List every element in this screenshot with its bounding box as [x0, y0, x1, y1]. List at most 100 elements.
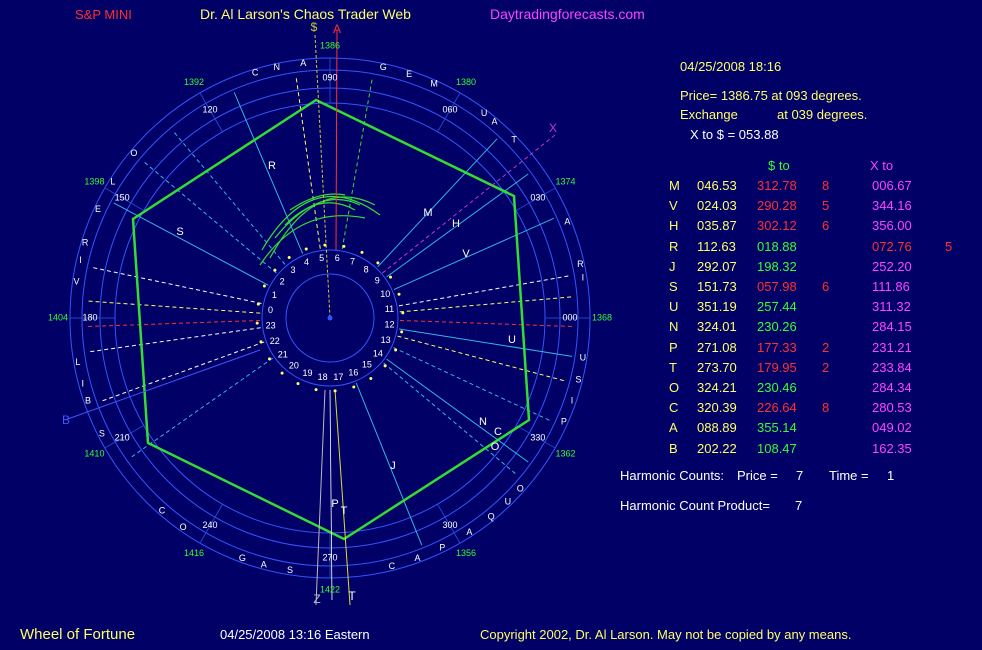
- harmonic-product-label: Harmonic Count Product=: [620, 498, 770, 513]
- hour-label: 3: [291, 265, 296, 275]
- table-cell-dto: 230.26: [757, 319, 797, 335]
- table-cell-sym: T: [669, 359, 677, 375]
- hour-label: 16: [348, 368, 358, 378]
- z-axis: [315, 389, 326, 606]
- price-label: 1374: [556, 176, 576, 186]
- info-datetime: 04/25/2008 18:16: [680, 59, 782, 74]
- hour-label: 6: [335, 253, 340, 263]
- planet-label: N: [479, 416, 487, 428]
- table-cell-dto: 302.12: [757, 218, 797, 234]
- degree-label: 060: [442, 105, 457, 115]
- col-dollar-header: $ to: [768, 158, 790, 173]
- footer-copyright: Copyright 2002, Dr. Al Larson. May not b…: [480, 627, 852, 642]
- planet-line: [355, 382, 423, 546]
- table-cell-deg: 351.19: [697, 299, 737, 315]
- hour-marker: [280, 371, 284, 375]
- harmonic-time-label: Time =: [829, 468, 869, 483]
- ring-letter: L: [110, 177, 115, 187]
- hour-marker: [314, 388, 318, 392]
- hour-label: 21: [278, 349, 288, 359]
- price-label: 1380: [456, 77, 476, 87]
- hour-label: 18: [318, 372, 328, 382]
- table-cell-h1: 2: [822, 359, 830, 375]
- planet-label: S: [176, 226, 183, 238]
- table-cell-sym: C: [669, 400, 679, 416]
- hour-marker: [383, 364, 387, 368]
- planet-label: C: [494, 426, 502, 438]
- planet-line: [383, 362, 519, 476]
- axis-label: $: [311, 20, 318, 34]
- axis-label: Z: [313, 592, 320, 606]
- ring-letter: U: [481, 108, 488, 118]
- ring-letter: E: [95, 204, 101, 214]
- harmonic-time-value: 1: [887, 468, 895, 483]
- axis-label: T: [348, 589, 356, 603]
- table-cell-xto: 072.76: [872, 238, 912, 254]
- hour-marker: [259, 340, 263, 344]
- table-cell-xto: 280.53: [872, 400, 912, 416]
- planet-label: U: [508, 334, 516, 346]
- degree-label: 330: [530, 432, 545, 442]
- table-cell-deg: 324.01: [697, 319, 737, 335]
- planet-label: O: [491, 441, 500, 453]
- hour-marker: [376, 261, 380, 265]
- table-cell-h1: 2: [822, 339, 830, 355]
- footer-name: Wheel of Fortune: [20, 626, 136, 643]
- planet-line: [398, 274, 572, 307]
- table-cell-h1: 6: [822, 218, 830, 234]
- ring-letter: S: [575, 374, 581, 384]
- hour-marker: [394, 348, 398, 352]
- table-cell-deg: 271.08: [697, 339, 737, 355]
- degree-label: 000: [562, 312, 577, 322]
- ring-letter: C: [252, 68, 259, 78]
- planet-line: [172, 129, 286, 265]
- table-cell-sym: H: [669, 218, 679, 234]
- table-cell-h2: 5: [945, 238, 953, 254]
- hour-label: 20: [289, 360, 299, 370]
- hour-label: 23: [266, 321, 276, 331]
- table-cell-sym: U: [669, 299, 679, 315]
- hour-label: 11: [385, 304, 394, 314]
- degree-label: 210: [115, 432, 130, 442]
- planet-label: P: [331, 498, 338, 510]
- site-link[interactable]: Daytradingforecasts.com: [490, 7, 645, 21]
- table-cell-deg: 046.53: [697, 178, 737, 193]
- table-cell-dto: 177.33: [757, 339, 797, 355]
- table-cell-h1: 8: [822, 400, 830, 416]
- hour-marker: [352, 385, 356, 389]
- hour-label: 19: [303, 368, 313, 378]
- table-cell-xto: 111.86: [872, 279, 910, 294]
- table-cell-sym: J: [669, 258, 676, 274]
- ring-letter: P: [439, 542, 445, 552]
- planet-line: [399, 296, 575, 313]
- hour-marker: [256, 302, 260, 306]
- price-label: 1392: [184, 77, 204, 87]
- table-cell-dto: 230.46: [757, 380, 797, 395]
- table-cell-h1: 6: [822, 279, 830, 294]
- table-cell-dto: 108.47: [757, 440, 797, 456]
- table-cell-deg: 151.73: [697, 279, 737, 294]
- hour-label: 10: [380, 289, 390, 299]
- a-axis: [335, 29, 338, 251]
- info-x-to-dollar: X to $ = 053.88: [690, 127, 779, 142]
- ring-letter: A: [564, 216, 570, 226]
- price-label: 1368: [592, 312, 612, 322]
- table-cell-sym: B: [669, 440, 678, 456]
- ring-letter: T: [511, 135, 517, 145]
- hour-marker: [333, 389, 337, 393]
- ring-letter: P: [561, 416, 567, 426]
- hour-label: 1: [272, 290, 277, 300]
- table-cell-dto: 355.14: [757, 420, 797, 436]
- table-cell-xto: 006.67: [872, 178, 912, 193]
- table-cell-sym: P: [669, 339, 678, 355]
- price-label: 1362: [556, 448, 576, 458]
- degree-label: 120: [202, 105, 217, 115]
- planet-label: T: [341, 505, 348, 517]
- hour-marker: [369, 377, 373, 381]
- hour-marker: [267, 357, 271, 361]
- table-cell-dto: 290.28: [757, 198, 797, 214]
- hour-marker: [304, 247, 308, 251]
- ring-letter: C: [389, 561, 396, 571]
- hour-label: 12: [385, 320, 395, 330]
- ring-letter: G: [239, 553, 246, 563]
